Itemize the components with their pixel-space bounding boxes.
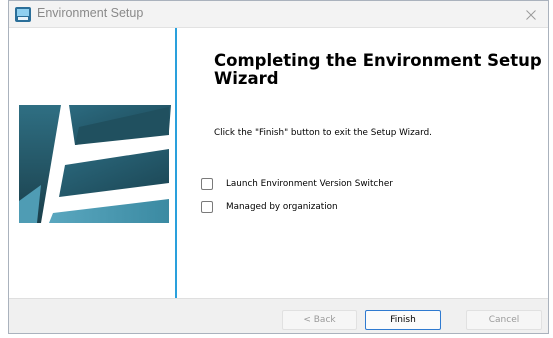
setup-wizard-window: Environment Setup Completing the Environ… <box>8 0 549 334</box>
close-icon <box>526 5 536 24</box>
page-title: Completing the Environment Setup Wizard <box>214 51 542 88</box>
window-title: Environment Setup <box>37 6 144 20</box>
close-button[interactable] <box>514 1 548 28</box>
installer-icon <box>15 7 31 22</box>
title-bar: Environment Setup <box>9 1 548 28</box>
wizard-side-panel <box>9 28 175 298</box>
wizard-content: Completing the Environment Setup Wizard … <box>177 28 548 298</box>
launch-switcher-label: Launch Environment Version Switcher <box>226 179 393 189</box>
managed-by-organization-checkbox[interactable] <box>201 201 213 213</box>
cancel-button[interactable]: Cancel <box>466 310 542 330</box>
finish-button[interactable]: Finish <box>365 310 441 330</box>
wizard-footer: < Back Finish Cancel <box>9 298 548 333</box>
environment-logo-graphic <box>19 105 171 223</box>
back-button[interactable]: < Back <box>282 310 357 330</box>
launch-switcher-option[interactable]: Launch Environment Version Switcher <box>201 178 393 190</box>
managed-by-organization-label: Managed by organization <box>226 202 338 212</box>
managed-by-organization-option[interactable]: Managed by organization <box>201 201 338 213</box>
finish-instructions: Click the "Finish" button to exit the Se… <box>214 128 432 138</box>
launch-switcher-checkbox[interactable] <box>201 178 213 190</box>
